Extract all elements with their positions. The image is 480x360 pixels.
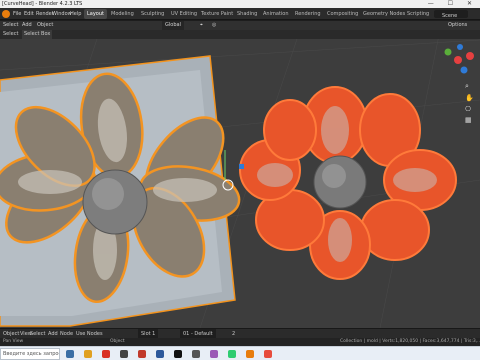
blender-taskbar-icon[interactable] (246, 350, 254, 358)
red-flower (239, 86, 457, 280)
explorer-icon[interactable] (84, 350, 92, 358)
y-axis-icon (444, 48, 452, 56)
tab-shading[interactable]: Shading (234, 9, 260, 19)
taskbar-search[interactable]: Введите здесь запрос (0, 348, 60, 360)
tab-scripting[interactable]: Scripting (404, 9, 432, 19)
zoom-icon[interactable]: ⌕ (465, 82, 475, 91)
task-view-icon[interactable] (66, 350, 74, 358)
status-bar: Pan View Object Collection | mold | Vert… (0, 338, 480, 346)
windows-taskbar: Введите здесь запрос (0, 346, 480, 360)
navigation-gizmo[interactable] (440, 42, 476, 78)
menu-window[interactable]: Window (52, 8, 72, 20)
pan-view-hint: Pan View (3, 339, 24, 344)
app-icon-3[interactable] (156, 350, 164, 358)
blender-logo-icon[interactable] (2, 10, 10, 18)
tab-modeling[interactable]: Modeling (108, 9, 137, 19)
scene-selector[interactable]: Scene (434, 10, 468, 19)
window-title: [CurveHead] - Blender 4.2.3 LTS (2, 1, 83, 7)
tab-rendering[interactable]: Rendering (292, 9, 324, 19)
node-editor-header: Object View Select Add Node Use Nodes Sl… (0, 328, 480, 339)
app-icon-6[interactable] (210, 350, 218, 358)
tab-animation[interactable]: Animation (260, 9, 292, 19)
tab-compositing[interactable]: Compositing (324, 9, 361, 19)
app-icon-1[interactable] (120, 350, 128, 358)
transform-orientation[interactable]: Global (162, 21, 184, 30)
tab-texture-paint[interactable]: Texture Paint (198, 9, 236, 19)
object-hint: Object (110, 339, 125, 344)
top-menubar: File Edit Render Window Help Layout Mode… (0, 8, 480, 20)
select-mode[interactable]: Select (3, 30, 18, 39)
hand-icon[interactable]: ✋ (465, 94, 475, 102)
app-icon-2[interactable] (138, 350, 146, 358)
tool-header: Select Select Box (0, 30, 480, 39)
add-menu[interactable]: Add (22, 21, 32, 30)
tab-uv-editing[interactable]: UV Editing (168, 9, 200, 19)
snap-icon[interactable]: ⌖ (200, 21, 203, 30)
select-box-tool[interactable]: Select Box (22, 30, 53, 39)
tab-geometry-nodes[interactable]: Geometry Nodes (360, 9, 408, 19)
viewport-scene (0, 30, 480, 328)
scene-label: Scene (442, 13, 458, 19)
object-menu[interactable]: Object (37, 21, 53, 30)
3d-viewport[interactable]: ⌕ ✋ ⎔ ▦ (0, 30, 480, 328)
scene-statistics: Collection | mold | Verts:1,820,050 | Fa… (340, 339, 480, 344)
x-axis-icon (454, 56, 462, 64)
grid-icon[interactable]: ▦ (465, 116, 475, 124)
viewport-tools: ⌕ ✋ ⎔ ▦ (465, 82, 475, 142)
z-axis-icon (460, 66, 468, 74)
options-dropdown[interactable]: Options (448, 21, 467, 30)
app-icon-8[interactable] (264, 350, 272, 358)
app-icon-7[interactable] (228, 350, 236, 358)
z-handle[interactable] (239, 164, 244, 169)
menu-file[interactable]: File (13, 8, 21, 20)
tab-layout[interactable]: Layout (84, 9, 107, 19)
menu-help[interactable]: Help (70, 8, 81, 20)
select-menu[interactable]: Select (3, 21, 18, 30)
tab-sculpting[interactable]: Sculpting (138, 9, 167, 19)
proportional-icon[interactable]: ◎ (212, 21, 216, 30)
window-titlebar: [CurveHead] - Blender 4.2.3 LTS — ☐ ✕ (0, 0, 480, 8)
app-icon-5[interactable] (192, 350, 200, 358)
menu-edit[interactable]: Edit (24, 8, 34, 20)
viewport-header: Select Add Object Global ⌖ ◎ Options (0, 21, 480, 30)
camera-icon[interactable]: ⎔ (465, 105, 475, 113)
chrome-icon[interactable] (102, 350, 110, 358)
app-icon-4[interactable] (174, 350, 182, 358)
window-controls[interactable]: — ☐ ✕ (428, 0, 478, 8)
